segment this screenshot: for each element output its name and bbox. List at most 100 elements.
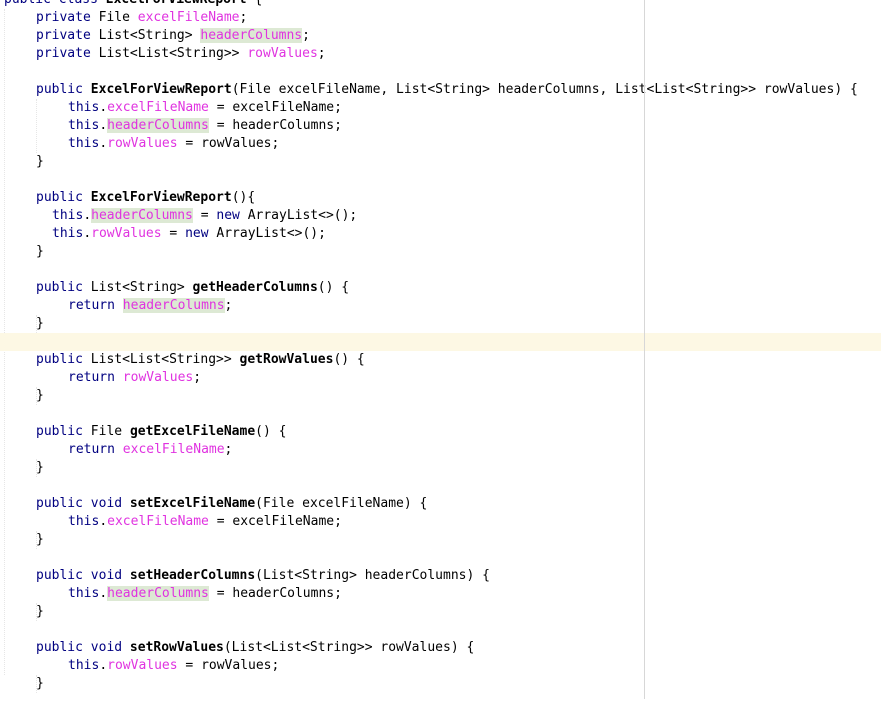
- field-reference: rowValues: [91, 226, 162, 241]
- keyword-token: public void: [36, 496, 130, 511]
- code-text: private List<String> headerColumns;: [36, 27, 310, 45]
- code-line[interactable]: [0, 549, 881, 567]
- keyword-token: public class: [4, 0, 106, 7]
- code-token: List<String>: [90, 280, 193, 295]
- code-text: }: [36, 531, 44, 549]
- code-token: (File excelFileName) {: [255, 496, 428, 511]
- keyword-token: private: [36, 28, 99, 43]
- code-text: private List<List<String>> rowValues;: [36, 45, 326, 63]
- declaration-name: getHeaderColumns: [192, 280, 318, 295]
- code-token: = headerColumns;: [208, 118, 342, 133]
- code-line[interactable]: }: [0, 531, 881, 549]
- code-token: ;: [239, 10, 248, 25]
- keyword-token: return: [68, 298, 123, 313]
- keyword-token: public: [36, 424, 91, 439]
- code-line[interactable]: this.rowValues = rowValues;: [0, 135, 881, 153]
- code-line[interactable]: this.rowValues = new ArrayList<>();: [0, 225, 881, 243]
- code-text: }: [36, 243, 44, 261]
- code-token: ;: [224, 442, 233, 457]
- code-token: ;: [317, 46, 326, 61]
- code-token: ;: [302, 28, 310, 43]
- keyword-token: public: [36, 190, 91, 205]
- code-token: .: [99, 136, 108, 151]
- code-text: public List<List<String>> getRowValues()…: [36, 351, 365, 369]
- keyword-token: private: [36, 10, 99, 25]
- declaration-name: ExcelForViewReport: [106, 0, 247, 7]
- code-line[interactable]: this.excelFileName = excelFileName;: [0, 513, 881, 531]
- code-line[interactable]: [0, 405, 881, 423]
- code-line[interactable]: [0, 63, 881, 81]
- code-line[interactable]: public ExcelForViewReport(File excelFile…: [0, 81, 881, 99]
- code-line[interactable]: return excelFileName;: [0, 441, 881, 459]
- code-token: () {: [255, 424, 287, 439]
- keyword-token: this: [52, 208, 84, 223]
- field-reference: rowValues: [247, 46, 318, 61]
- code-line[interactable]: this.rowValues = rowValues;: [0, 657, 881, 675]
- code-line[interactable]: [0, 477, 881, 495]
- code-line[interactable]: public ExcelForViewReport(){: [0, 189, 881, 207]
- code-line[interactable]: public List<List<String>> getRowValues()…: [0, 351, 881, 369]
- keyword-token: public: [36, 280, 91, 295]
- code-token: = rowValues;: [177, 136, 280, 151]
- keyword-token: new: [216, 208, 248, 223]
- code-line[interactable]: public File getExcelFileName() {: [0, 423, 881, 441]
- code-line[interactable]: [0, 261, 881, 279]
- code-text: this.headerColumns = new ArrayList<>();: [52, 207, 357, 225]
- code-line[interactable]: }: [0, 603, 881, 621]
- code-line[interactable]: }: [0, 315, 881, 333]
- field-reference: excelFileName: [107, 100, 209, 115]
- declaration-name: ExcelForViewReport: [90, 190, 232, 205]
- code-token: ArrayList<>();: [216, 226, 326, 241]
- code-token: }: [36, 388, 44, 403]
- keyword-token: this: [68, 514, 100, 529]
- code-token: (){: [231, 190, 256, 205]
- code-token: (File excelFileName, List<String> header…: [231, 82, 858, 97]
- code-line[interactable]: [0, 171, 881, 189]
- code-text: public ExcelForViewReport(File excelFile…: [36, 81, 858, 99]
- code-line[interactable]: public void setHeaderColumns(List<String…: [0, 567, 881, 585]
- current-code-line[interactable]: [0, 333, 881, 351]
- code-token: .: [83, 226, 92, 241]
- code-text: this.rowValues = rowValues;: [68, 657, 279, 675]
- code-token: }: [36, 676, 44, 691]
- code-line[interactable]: return rowValues;: [0, 369, 881, 387]
- code-token: List<String>: [98, 28, 201, 43]
- code-line[interactable]: this.headerColumns = new ArrayList<>();: [0, 207, 881, 225]
- keyword-token: public void: [36, 640, 130, 655]
- code-line[interactable]: this.headerColumns = headerColumns;: [0, 585, 881, 603]
- keyword-token: return: [68, 442, 123, 457]
- code-editor[interactable]: public class ExcelForViewReport {private…: [0, 0, 881, 707]
- code-line[interactable]: private File excelFileName;: [0, 9, 881, 27]
- code-line[interactable]: }: [0, 459, 881, 477]
- code-text: public File getExcelFileName() {: [36, 423, 286, 441]
- code-token: ;: [193, 370, 202, 385]
- field-reference: headerColumns: [107, 118, 209, 133]
- code-line[interactable]: public void setExcelFileName(File excelF…: [0, 495, 881, 513]
- code-line[interactable]: }: [0, 387, 881, 405]
- code-line[interactable]: public void setRowValues(List<List<Strin…: [0, 639, 881, 657]
- code-line[interactable]: }: [0, 243, 881, 261]
- code-line[interactable]: }: [0, 153, 881, 171]
- code-token: (List<List<String>> rowValues) {: [223, 640, 475, 655]
- code-token: .: [99, 658, 108, 673]
- code-line[interactable]: [0, 621, 881, 639]
- code-text: public List<String> getHeaderColumns() {: [36, 279, 349, 297]
- code-line[interactable]: this.excelFileName = excelFileName;: [0, 99, 881, 117]
- code-token: List<List<String>>: [90, 352, 240, 367]
- code-text: this.excelFileName = excelFileName;: [68, 99, 342, 117]
- code-token: () {: [333, 352, 365, 367]
- code-line[interactable]: }: [0, 675, 881, 693]
- code-line[interactable]: return headerColumns;: [0, 297, 881, 315]
- code-line[interactable]: public class ExcelForViewReport {: [0, 0, 881, 9]
- code-line[interactable]: private List<List<String>> rowValues;: [0, 45, 881, 63]
- code-line[interactable]: public List<String> getHeaderColumns() {: [0, 279, 881, 297]
- field-reference: rowValues: [107, 136, 178, 151]
- code-token: = rowValues;: [177, 658, 280, 673]
- code-text: return rowValues;: [68, 369, 201, 387]
- field-reference: excelFileName: [107, 514, 209, 529]
- field-reference: excelFileName: [122, 442, 225, 457]
- keyword-token: this: [68, 136, 100, 151]
- code-line[interactable]: this.headerColumns = headerColumns;: [0, 117, 881, 135]
- code-line[interactable]: private List<String> headerColumns;: [0, 27, 881, 45]
- code-text: }: [36, 387, 44, 405]
